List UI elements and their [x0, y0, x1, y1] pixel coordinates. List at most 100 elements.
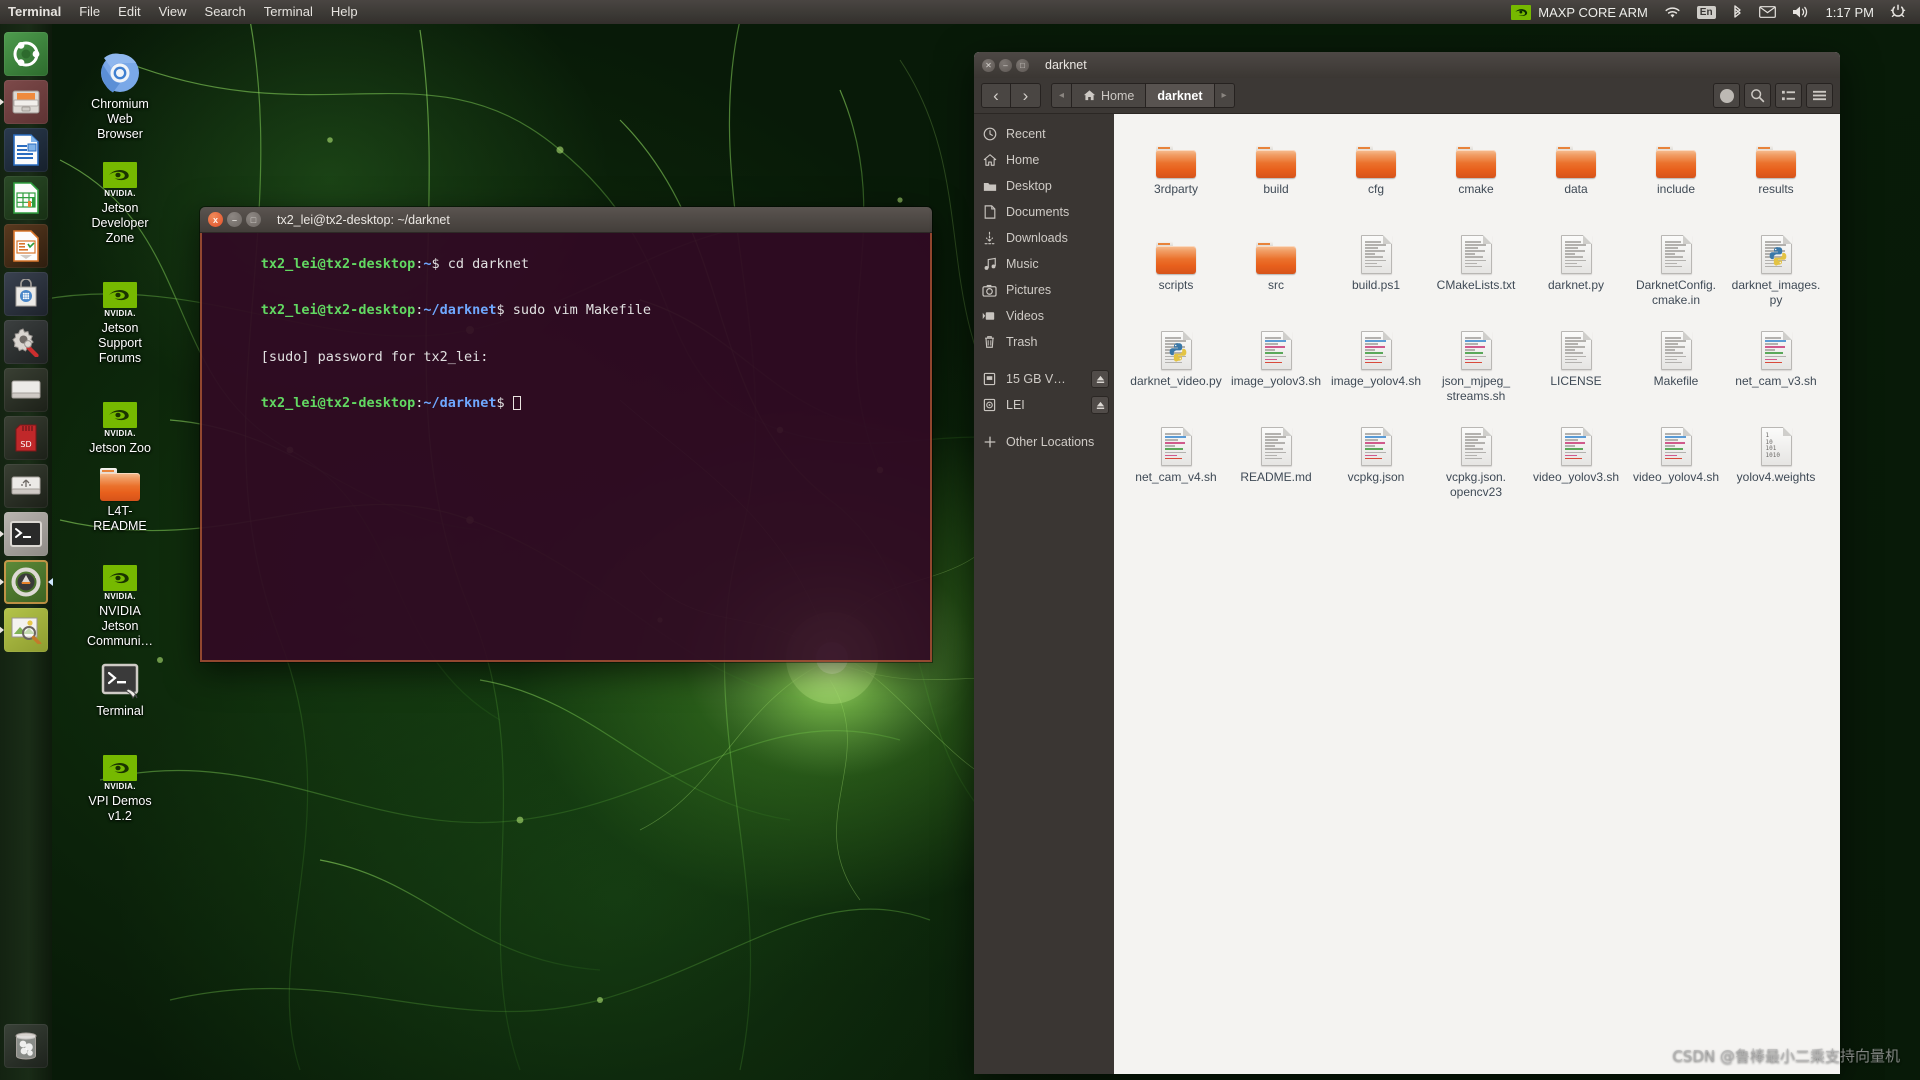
file-item[interactable]: json_​mjpeg_​streams.​sh: [1426, 320, 1526, 416]
menu-help[interactable]: Help: [322, 0, 367, 24]
bluetooth-icon[interactable]: [1724, 0, 1751, 24]
back-button[interactable]: ‹: [981, 83, 1011, 108]
launcher-image-viewer[interactable]: [4, 608, 48, 652]
list-view-button[interactable]: [1775, 83, 1802, 108]
launcher-ubuntu-software[interactable]: [4, 272, 48, 316]
breadcrumb-scroll-right[interactable]: ▸: [1215, 83, 1235, 108]
file-item[interactable]: cmake: [1426, 128, 1526, 224]
power-gear-icon[interactable]: [1882, 0, 1914, 24]
file-item[interactable]: image_​yolov3.​sh: [1226, 320, 1326, 416]
file-manager-window[interactable]: ✕ – □ darknet ‹ › ◂ Home darknet ▸: [974, 52, 1840, 1074]
terminal-maximize-button[interactable]: □: [246, 212, 261, 227]
breadcrumb-item-home[interactable]: Home: [1072, 83, 1146, 108]
desktop-icon-l4t-readme[interactable]: L4T- README: [76, 455, 164, 534]
fm-maximize-button[interactable]: □: [1016, 59, 1029, 72]
sidebar-item-videos[interactable]: Videos: [974, 303, 1114, 329]
desktop-icon-jetson-community[interactable]: NVIDIA. NVIDIA Jetson Communi…: [76, 555, 164, 649]
sidebar-item-documents[interactable]: Documents: [974, 199, 1114, 225]
file-item[interactable]: Makefile: [1626, 320, 1726, 416]
file-item[interactable]: darknet_​video.​py: [1126, 320, 1226, 416]
terminal-titlebar[interactable]: x – □ tx2_lei@tx2-desktop: ~/darknet: [200, 207, 932, 233]
file-item[interactable]: CMakeLists.​txt: [1426, 224, 1526, 320]
sidebar-item-recent[interactable]: Recent: [974, 121, 1114, 147]
file-item[interactable]: include: [1626, 128, 1726, 224]
sidebar-item-downloads[interactable]: Downloads: [974, 225, 1114, 251]
fm-close-button[interactable]: ✕: [982, 59, 995, 72]
desktop-icon-chromium[interactable]: Chromium Web Browser: [76, 48, 164, 142]
sidebar-item-home[interactable]: Home: [974, 147, 1114, 173]
launcher-libreoffice-impress[interactable]: [4, 224, 48, 268]
file-item[interactable]: cfg: [1326, 128, 1426, 224]
file-item[interactable]: results: [1726, 128, 1826, 224]
menu-edit[interactable]: Edit: [109, 0, 149, 24]
launcher-system-settings[interactable]: [4, 320, 48, 364]
file-item[interactable]: darknet.​py: [1526, 224, 1626, 320]
file-item[interactable]: video_​yolov3.​sh: [1526, 416, 1626, 512]
file-item[interactable]: src: [1226, 224, 1326, 320]
desktop-icon-terminal[interactable]: Terminal: [76, 655, 164, 719]
file-manager-titlebar[interactable]: ✕ – □ darknet: [974, 52, 1840, 78]
menu-file[interactable]: File: [70, 0, 109, 24]
file-item[interactable]: build.​ps1: [1326, 224, 1426, 320]
nvidia-indicator[interactable]: MAXP CORE ARM: [1503, 0, 1656, 24]
terminal-minimize-button[interactable]: –: [227, 212, 242, 227]
file-item[interactable]: 3rdparty: [1126, 128, 1226, 224]
mail-icon[interactable]: [1751, 0, 1784, 24]
terminal-close-button[interactable]: x: [208, 212, 223, 227]
launcher-dash-home[interactable]: [4, 32, 48, 76]
sidebar-item-trash[interactable]: Trash: [974, 329, 1114, 355]
file-item[interactable]: DarknetConfig.​cmake.​in: [1626, 224, 1726, 320]
sidebar-item-volume-lei[interactable]: LEI: [974, 392, 1114, 418]
desktop-icon-jetson-support-forums[interactable]: NVIDIA. Jetson Support Forums: [76, 272, 164, 366]
file-item[interactable]: 1101011010yolov4.​weights: [1726, 416, 1826, 512]
file-item[interactable]: darknet_​images.​py: [1726, 224, 1826, 320]
volume-icon[interactable]: [1784, 0, 1818, 24]
file-item[interactable]: build: [1226, 128, 1326, 224]
launcher-trash[interactable]: [4, 1024, 48, 1068]
launcher-files-nautilus[interactable]: [4, 80, 48, 124]
file-item[interactable]: net_​cam_​v4.​sh: [1126, 416, 1226, 512]
sidebar-item-music[interactable]: Music: [974, 251, 1114, 277]
desktop-icon-vpi-demos[interactable]: NVIDIA. VPI Demos v1.2: [76, 745, 164, 824]
eject-button[interactable]: [1091, 396, 1109, 414]
file-item[interactable]: README.​md: [1226, 416, 1326, 512]
sidebar-item-desktop[interactable]: Desktop: [974, 173, 1114, 199]
clock[interactable]: 1:17 PM: [1818, 0, 1882, 24]
wifi-icon[interactable]: [1656, 0, 1689, 24]
breadcrumb-item-darknet[interactable]: darknet: [1146, 83, 1214, 108]
menubar-app-name[interactable]: Terminal: [0, 0, 70, 24]
launcher-libreoffice-writer[interactable]: [4, 128, 48, 172]
launcher-drive-volume[interactable]: [4, 368, 48, 412]
file-item[interactable]: scripts: [1126, 224, 1226, 320]
forward-button[interactable]: ›: [1011, 83, 1041, 108]
fm-minimize-button[interactable]: –: [999, 59, 1012, 72]
eject-button[interactable]: [1091, 370, 1109, 388]
file-item[interactable]: video_​yolov4.​sh: [1626, 416, 1726, 512]
file-item[interactable]: net_​cam_​v3.​sh: [1726, 320, 1826, 416]
desktop-icon-jetson-zoo[interactable]: NVIDIA. Jetson Zoo: [76, 392, 164, 456]
file-item[interactable]: LICENSE: [1526, 320, 1626, 416]
sidebar-item-other-locations[interactable]: Other Locations: [974, 429, 1114, 455]
launcher-libreoffice-calc[interactable]: [4, 176, 48, 220]
menu-terminal[interactable]: Terminal: [255, 0, 322, 24]
file-item[interactable]: image_​yolov4.​sh: [1326, 320, 1426, 416]
launcher-sd-card-volume[interactable]: SD: [4, 416, 48, 460]
sidebar-item-pictures[interactable]: Pictures: [974, 277, 1114, 303]
launcher-software-updater[interactable]: [4, 560, 48, 604]
terminal-window[interactable]: x – □ tx2_lei@tx2-desktop: ~/darknet tx2…: [200, 207, 932, 662]
file-item[interactable]: data: [1526, 128, 1626, 224]
terminal-output-area[interactable]: tx2_lei@tx2-desktop:~$ cd darknet tx2_le…: [200, 233, 932, 662]
file-item[interactable]: vcpkg.​json: [1326, 416, 1426, 512]
launcher-usb-drive-volume[interactable]: [4, 464, 48, 508]
launcher-terminal[interactable]: [4, 512, 48, 556]
sidebar-item-volume-15gb[interactable]: 15 GB V…: [974, 366, 1114, 392]
desktop-icon-jetson-developer-zone[interactable]: NVIDIA. Jetson Developer Zone: [76, 152, 164, 246]
view-toggle-button[interactable]: [1713, 83, 1740, 108]
breadcrumb-scroll-left[interactable]: ◂: [1051, 83, 1072, 108]
file-grid[interactable]: 3rdpartybuildcfgcmakedataincluderesults s…: [1114, 114, 1840, 1074]
keyboard-layout-indicator[interactable]: En: [1689, 0, 1724, 24]
file-item[interactable]: vcpkg.​json.​opencv23: [1426, 416, 1526, 512]
menu-search[interactable]: Search: [196, 0, 255, 24]
menu-button[interactable]: [1806, 83, 1833, 108]
menu-view[interactable]: View: [150, 0, 196, 24]
